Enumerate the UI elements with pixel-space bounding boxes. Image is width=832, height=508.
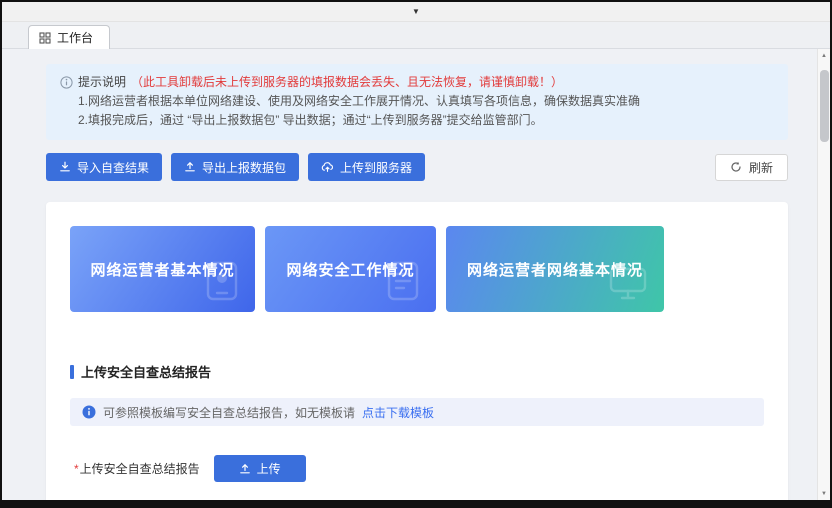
notice-info-icon bbox=[60, 76, 73, 89]
download-template-link[interactable]: 点击下载模板 bbox=[362, 404, 434, 421]
upload-button-label: 上传 bbox=[257, 460, 281, 477]
workbench-content: 提示说明 （此工具卸载后未上传到服务器的填报数据会丢失、且无法恢复，请谨慎卸载！… bbox=[2, 49, 830, 500]
refresh-icon bbox=[730, 161, 742, 173]
required-mark: * bbox=[74, 462, 79, 476]
app-window: ▼ 工作台 提示说明 （此工具卸载后未上传到服务器的填报数据会丢失、且无法恢复，… bbox=[0, 0, 832, 508]
upload-icon bbox=[239, 463, 251, 475]
tab-workbench[interactable]: 工作台 bbox=[28, 25, 110, 49]
dropdown-arrow-icon[interactable]: ▼ bbox=[412, 8, 420, 16]
upload-report-button[interactable]: 上传 bbox=[214, 455, 306, 482]
export-icon bbox=[184, 161, 196, 173]
scroll-up-button[interactable]: ▲ bbox=[818, 49, 831, 62]
workbench-tab-icon bbox=[39, 32, 51, 44]
section-accent-bar bbox=[70, 365, 74, 379]
card-security-work-info[interactable]: 网络安全工作情况 bbox=[265, 226, 436, 312]
card-operator-network-info[interactable]: 网络运营者网络基本情况 bbox=[446, 226, 664, 312]
import-button-label: 导入自查结果 bbox=[77, 159, 149, 176]
upload-field-label: *上传安全自查总结报告 bbox=[74, 460, 200, 477]
hint-text: 可参照模板编写安全自查总结报告，如无模板请 bbox=[103, 404, 355, 421]
action-toolbar: 导入自查结果 导出上报数据包 上传到服务器 刷新 bbox=[46, 153, 788, 181]
report-section-header: 上传安全自查总结报告 bbox=[70, 362, 764, 381]
hint-info-icon bbox=[82, 405, 96, 419]
notice-line-1: 1.网络运营者根据本单位网络建设、使用及网络安全工作展开情况、认真填写各项信息，… bbox=[60, 92, 774, 111]
refresh-button-label: 刷新 bbox=[749, 159, 773, 176]
card-label: 网络安全工作情况 bbox=[286, 259, 414, 280]
cloud-upload-icon bbox=[321, 161, 334, 173]
export-button-label: 导出上报数据包 bbox=[202, 159, 286, 176]
section-title-text: 上传安全自查总结报告 bbox=[81, 362, 211, 381]
upload-server-button-label: 上传到服务器 bbox=[340, 159, 412, 176]
vertical-scrollbar[interactable]: ▲ ▼ bbox=[817, 49, 830, 500]
import-self-check-button[interactable]: 导入自查结果 bbox=[46, 153, 162, 181]
module-card-row: 网络运营者基本情况 网络安全工作情况 网络运营者网络基本情况 bbox=[70, 226, 764, 312]
export-package-button[interactable]: 导出上报数据包 bbox=[171, 153, 299, 181]
upload-to-server-button[interactable]: 上传到服务器 bbox=[308, 153, 425, 181]
scroll-down-icon: ▼ bbox=[821, 491, 827, 497]
notice-box: 提示说明 （此工具卸载后未上传到服务器的填报数据会丢失、且无法恢复，请谨慎卸载！… bbox=[46, 64, 788, 140]
notice-line-2: 2.填报完成后，通过 “导出上报数据包” 导出数据；通过“上传到服务器”提交给监… bbox=[60, 111, 774, 130]
template-hint: 可参照模板编写安全自查总结报告，如无模板请 点击下载模板 bbox=[70, 398, 764, 426]
card-operator-basic-info[interactable]: 网络运营者基本情况 bbox=[70, 226, 255, 312]
tab-bar: 工作台 bbox=[2, 22, 830, 49]
refresh-button[interactable]: 刷新 bbox=[715, 154, 788, 181]
scroll-track[interactable] bbox=[818, 62, 830, 487]
card-label: 网络运营者网络基本情况 bbox=[467, 259, 643, 280]
main-panel: 网络运营者基本情况 网络安全工作情况 网络运营者网络基本情况 上传 bbox=[46, 202, 788, 500]
notice-title-text: 提示说明 bbox=[78, 73, 126, 92]
scroll-thumb[interactable] bbox=[820, 70, 829, 142]
import-icon bbox=[59, 161, 71, 173]
tab-label: 工作台 bbox=[57, 29, 93, 46]
collapsed-toolbar: ▼ bbox=[2, 2, 830, 22]
scroll-down-button[interactable]: ▼ bbox=[818, 487, 831, 500]
upload-report-row: *上传安全自查总结报告 上传 bbox=[70, 455, 764, 482]
scroll-up-icon: ▲ bbox=[821, 53, 827, 59]
card-label: 网络运营者基本情况 bbox=[90, 259, 234, 280]
notice-title: 提示说明 （此工具卸载后未上传到服务器的填报数据会丢失、且无法恢复，请谨慎卸载！… bbox=[60, 73, 774, 92]
notice-warning-text: （此工具卸载后未上传到服务器的填报数据会丢失、且无法恢复，请谨慎卸载！） bbox=[131, 73, 563, 92]
upload-field-label-text: 上传安全自查总结报告 bbox=[80, 462, 200, 476]
